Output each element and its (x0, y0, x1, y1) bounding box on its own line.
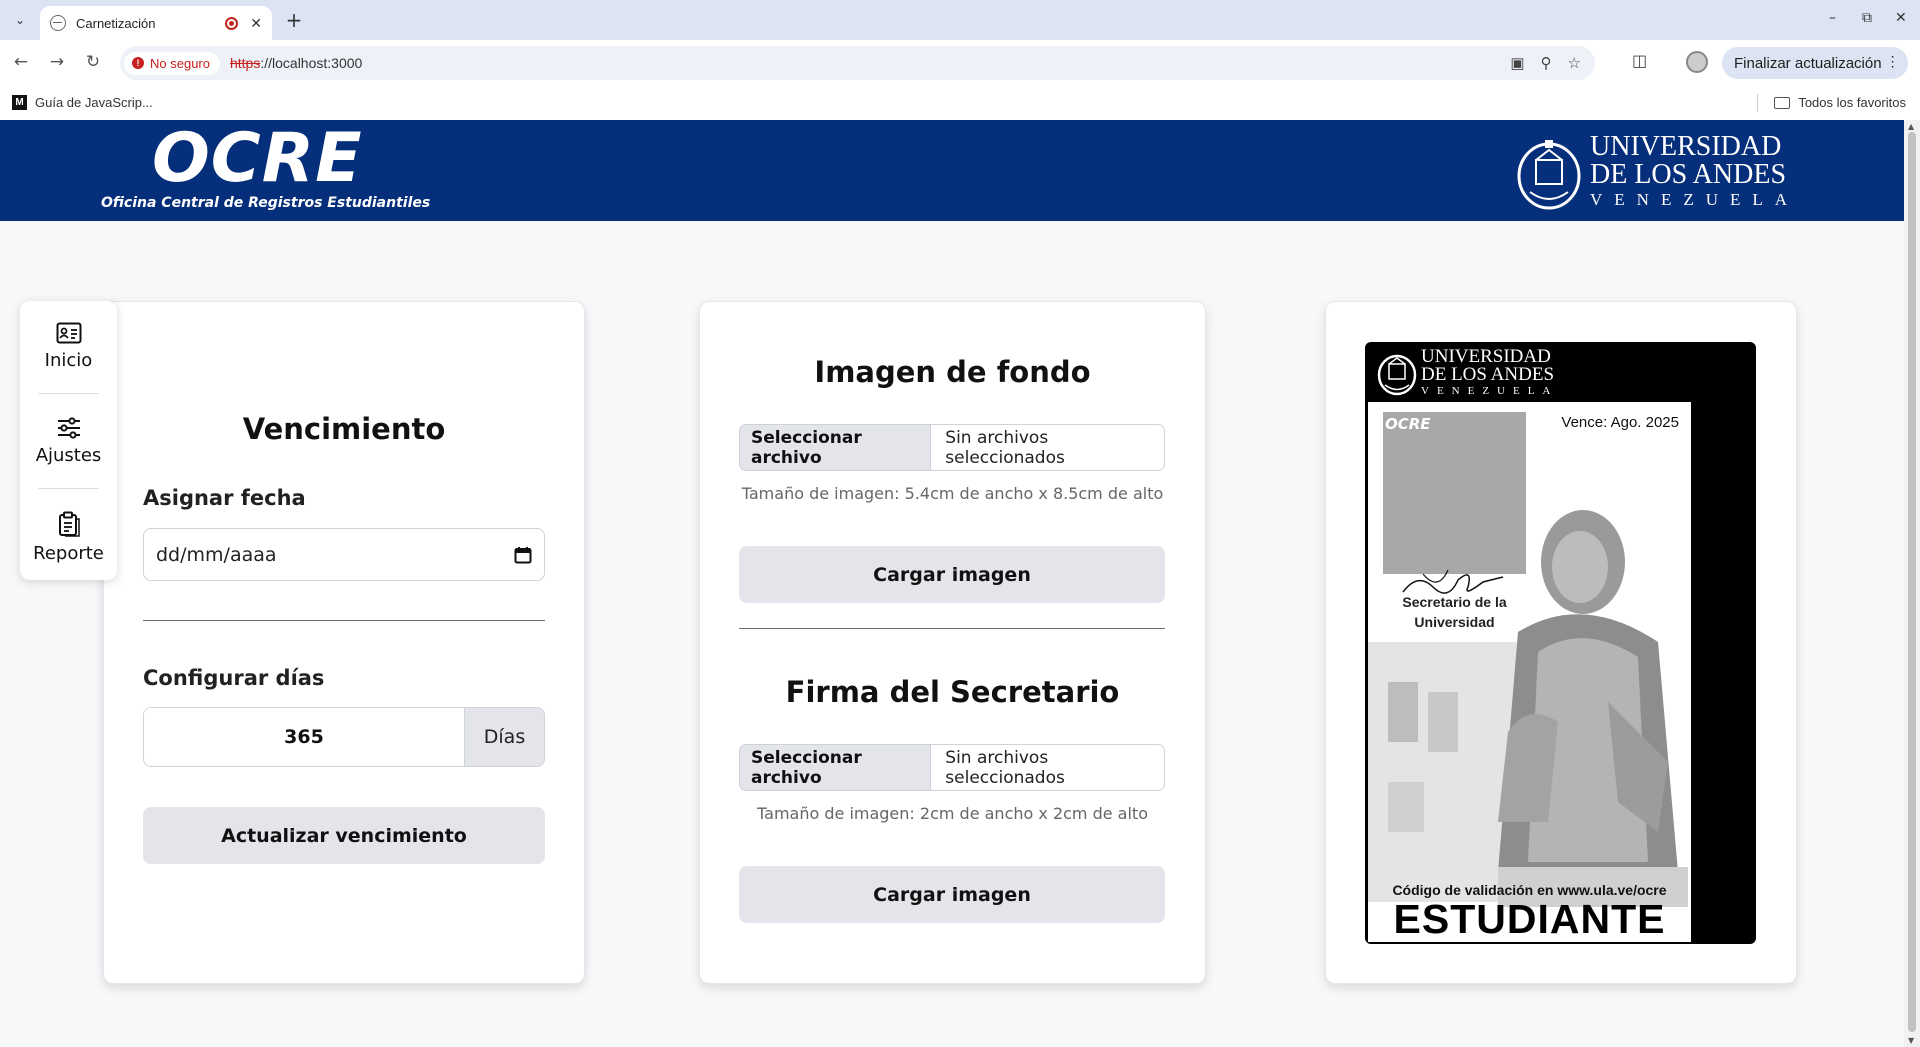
url-host: ://localhost:3000 (260, 55, 363, 71)
close-window-icon[interactable]: ✕ (1895, 10, 1907, 26)
all-bookmarks-label: Todos los favoritos (1798, 95, 1906, 110)
id-card-header: UNIVERSIDAD DE LOS ANDES VENEZUELA (1365, 342, 1756, 402)
more-icon[interactable]: ⋮ (1886, 53, 1900, 70)
sliders-icon (57, 416, 80, 439)
nav-item-ajustes[interactable]: Ajustes (20, 401, 117, 481)
nav-divider (38, 488, 99, 489)
background-image-title: Imagen de fondo (814, 355, 1091, 389)
update-browser-button[interactable]: Finalizar actualización ⋮ (1722, 47, 1908, 79)
nav-label-reporte: Reporte (33, 542, 104, 564)
university-line2: DE LOS ANDES (1590, 159, 1787, 190)
university-line1: UNIVERSIDAD (1590, 131, 1782, 162)
scroll-down-icon[interactable]: ▼ (1908, 1036, 1914, 1045)
student-photo-placeholder (1383, 412, 1526, 574)
all-bookmarks[interactable]: Todos los favoritos (1774, 95, 1906, 110)
close-tab-icon[interactable]: ✕ (250, 15, 262, 32)
days-input-group: 365 Días (143, 707, 545, 767)
signature-size-hint: Tamaño de imagen: 2cm de ancho x 2cm de … (757, 804, 1148, 823)
date-label: Asignar fecha (143, 486, 306, 510)
signature-title: Firma del Secretario (785, 675, 1120, 709)
ocre-subtitle: Oficina Central de Registros Estudiantil… (101, 195, 431, 211)
role-label: ESTUDIANTE (1393, 896, 1666, 942)
nav-label-ajustes: Ajustes (35, 444, 102, 466)
security-indicator[interactable]: ! No seguro (124, 51, 220, 75)
bookmark-item[interactable]: M Guía de JavaScrip... (12, 95, 153, 110)
date-placeholder: dd/mm/aaaa (156, 543, 277, 566)
url-text[interactable]: https://localhost:3000 (230, 55, 362, 71)
background-choose-file-button[interactable]: Seleccionar archivo (740, 425, 932, 470)
university-wordmark: UNIVERSIDAD DE LOS ANDES VENEZUELA (1590, 133, 1799, 211)
days-unit: Días (464, 708, 544, 766)
bookmarks-bar: M Guía de JavaScrip... Todos los favorit… (0, 86, 1920, 120)
new-tab-button[interactable]: + (282, 8, 306, 32)
nav-item-reporte[interactable]: Reporte (20, 497, 117, 577)
forward-icon[interactable]: → (46, 52, 68, 72)
id-university-line2: DE LOS ANDES (1421, 364, 1555, 385)
background-file-status: Sin archivos seleccionados (945, 427, 1065, 468)
scroll-up-icon[interactable]: ▲ (1908, 122, 1914, 131)
nav-divider (38, 393, 99, 394)
globe-icon (50, 15, 66, 31)
background-size-hint: Tamaño de imagen: 5.4cm de ancho x 8.5cm… (741, 484, 1164, 503)
bookmark-favicon-icon: M (12, 95, 27, 110)
photo-watermark: OCRE (1385, 415, 1431, 433)
bookmarks-divider (1757, 94, 1758, 112)
side-nav: Inicio Ajustes Reporte (20, 301, 117, 580)
folder-icon (1774, 96, 1791, 109)
zoom-icon[interactable]: ⚲ (1541, 54, 1552, 72)
days-input[interactable]: 365 (144, 708, 464, 766)
restore-icon[interactable]: ⧉ (1862, 10, 1872, 26)
expiry-card (103, 301, 585, 984)
upload-signature-button[interactable]: Cargar imagen (739, 866, 1165, 923)
recording-icon (225, 16, 239, 30)
profile-avatar[interactable] (1686, 51, 1708, 73)
section-divider (143, 620, 545, 621)
page-scrollbar[interactable]: ▲ ▼ (1904, 120, 1920, 1047)
browser-tabbar: ⌄ Carnetización ✕ + – ⧉ ✕ (0, 0, 1920, 40)
star-icon[interactable]: ☆ (1568, 54, 1581, 72)
expiry-text: Vence: Ago. 2025 (1561, 414, 1679, 431)
nav-item-inicio[interactable]: Inicio (20, 306, 117, 386)
signature-file-input[interactable]: Seleccionar archivo Sin archivos selecci… (739, 744, 1165, 791)
nav-label-inicio: Inicio (44, 349, 93, 371)
id-card-body: OCRE Vence: Ago. 2025 Secretario de la U… (1368, 402, 1691, 942)
address-bar[interactable]: ! No seguro https://localhost:3000 ▣ ⚲ ☆ (120, 46, 1595, 80)
warning-icon: ! (132, 57, 144, 69)
upload-background-button[interactable]: Cargar imagen (739, 546, 1165, 603)
url-scheme: https (229, 55, 261, 71)
expiry-date-input[interactable]: dd/mm/aaaa (143, 528, 545, 581)
bookmark-label: Guía de JavaScrip... (35, 95, 153, 110)
update-expiry-button[interactable]: Actualizar vencimiento (143, 807, 545, 864)
background-file-input[interactable]: Seleccionar archivo Sin archivos selecci… (739, 424, 1165, 471)
id-university-wordmark: UNIVERSIDAD DE LOS ANDES VENEZUELA (1421, 347, 1559, 398)
secretary-caption: Secretario de la Universidad (1402, 594, 1507, 630)
university-seal-icon (1517, 140, 1581, 210)
camera-icon[interactable]: ▣ (1510, 54, 1524, 72)
security-label: No seguro (150, 55, 210, 71)
tab-title: Carnetización (76, 15, 156, 31)
update-label: Finalizar actualización (1734, 54, 1882, 72)
expiry-title: Vencimiento (242, 412, 446, 446)
signature-file-status: Sin archivos seleccionados (945, 747, 1065, 788)
student-id-preview: UNIVERSIDAD DE LOS ANDES VENEZUELA OCRE … (1365, 342, 1756, 944)
back-icon[interactable]: ← (10, 52, 32, 72)
id-card-icon (56, 322, 81, 343)
ocre-logo: OCRE (152, 119, 363, 198)
clipboard-icon (58, 511, 80, 537)
signature-choose-file-button[interactable]: Seleccionar archivo (740, 745, 932, 790)
extensions-icon[interactable]: ◫ (1632, 51, 1647, 70)
scrollbar-thumb[interactable] (1908, 132, 1916, 1032)
university-line3: VENEZUELA (1590, 190, 1800, 209)
browser-tab[interactable]: Carnetización ✕ (40, 6, 272, 40)
days-label: Configurar días (143, 666, 325, 690)
id-university-line3: VENEZUELA (1421, 385, 1559, 397)
reload-icon[interactable]: ↻ (82, 52, 104, 72)
tab-search-icon[interactable]: ⌄ (8, 8, 32, 32)
section-divider (739, 628, 1165, 629)
minimize-icon[interactable]: – (1829, 10, 1836, 26)
calendar-icon[interactable] (514, 546, 532, 564)
university-seal-icon (1377, 354, 1417, 396)
